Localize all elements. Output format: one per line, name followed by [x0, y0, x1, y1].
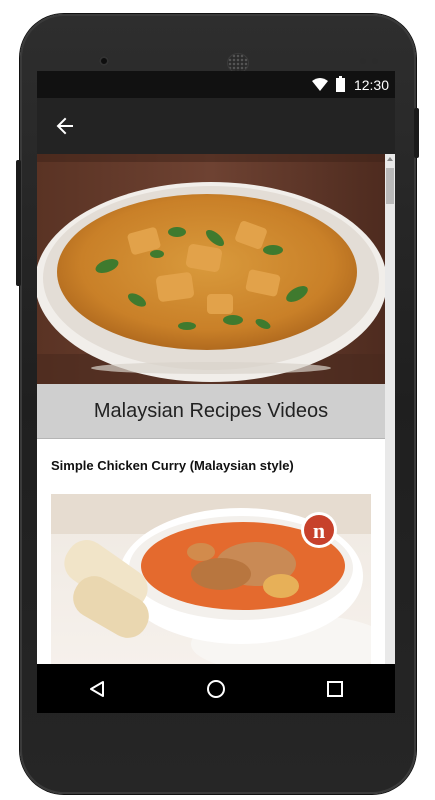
volume-button [16, 160, 21, 286]
arrow-left-icon [56, 117, 73, 135]
nav-home-button[interactable] [196, 669, 236, 709]
nav-bar [37, 664, 395, 713]
speaker-grille [227, 53, 249, 73]
proximity-sensor [360, 58, 366, 64]
power-button [414, 108, 419, 158]
back-button[interactable] [49, 110, 81, 142]
home-circle-icon [206, 679, 225, 698]
wifi-icon [312, 78, 328, 91]
scroll-up-arrow[interactable] [385, 154, 395, 164]
section-title-band: Malaysian Recipes Videos [37, 384, 385, 439]
status-bar: 12:30 [37, 71, 395, 98]
nav-back-button[interactable] [77, 669, 117, 709]
scrollbar[interactable] [385, 154, 395, 664]
front-camera [99, 56, 109, 66]
scroll-thumb[interactable] [386, 168, 394, 204]
app-bar [37, 98, 395, 154]
section-title: Malaysian Recipes Videos [93, 399, 329, 422]
status-time: 12:30 [353, 77, 389, 93]
screen: 12:30 Malaysian Recipes Videos Simple Ch… [37, 71, 395, 713]
back-triangle-icon [89, 680, 104, 697]
chicken-curry-photo[interactable]: n [51, 494, 371, 664]
battery-icon [336, 76, 345, 92]
recipe-title[interactable]: Simple Chicken Curry (Malaysian style) [51, 458, 294, 473]
badge-letter: n [313, 518, 325, 543]
recents-square-icon [327, 680, 344, 697]
curry-bowl-photo [37, 154, 385, 384]
nav-recents-button[interactable] [315, 669, 355, 709]
light-sensor [372, 58, 378, 64]
content-area: Malaysian Recipes Videos Simple Chicken … [37, 154, 385, 664]
triangle-up-icon [387, 157, 393, 161]
